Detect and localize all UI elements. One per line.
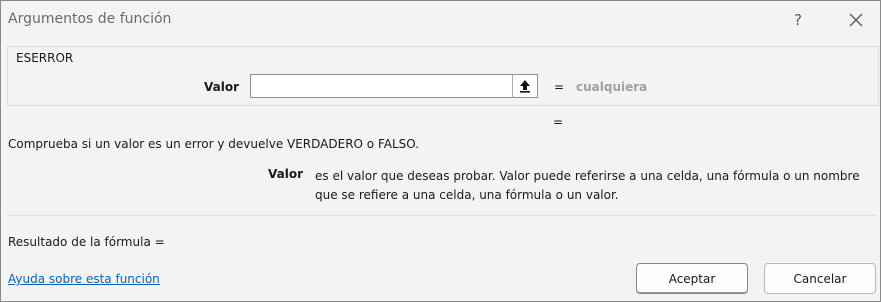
close-button[interactable] (839, 6, 873, 34)
function-description: Comprueba si un valor es un error y devu… (8, 137, 420, 151)
cancel-button[interactable]: Cancelar (764, 263, 876, 294)
collapse-arrow-icon (520, 80, 530, 93)
formula-result: Resultado de la fórmula = (8, 235, 165, 249)
function-help-link[interactable]: Ayuda sobre esta función (8, 272, 160, 286)
argument-evaluated-value: cualquiera (576, 80, 648, 94)
help-button[interactable]: ? (783, 6, 813, 34)
close-icon (849, 13, 863, 27)
argument-help-text: es el valor que deseas probar. Valor pue… (315, 169, 860, 202)
divider (7, 215, 876, 216)
argument-help-name: Valor (268, 167, 304, 181)
function-name: ESERROR (16, 51, 74, 65)
accept-button[interactable]: Aceptar (636, 263, 748, 294)
function-arguments-group: ESERROR Valor = cualquiera (7, 46, 879, 106)
dialog-title: Argumentos de función (8, 11, 172, 27)
function-arguments-dialog: Argumentos de función ? ESERROR Valor = … (0, 0, 881, 302)
argument-equals-sign: = (554, 80, 565, 94)
argument-input-valor[interactable] (250, 74, 515, 98)
help-icon: ? (794, 11, 802, 29)
collapse-dialog-button[interactable] (512, 74, 538, 98)
argument-label-valor: Valor (204, 80, 240, 94)
function-result-equals: = (553, 115, 564, 129)
title-bar: Argumentos de función ? (1, 1, 880, 39)
